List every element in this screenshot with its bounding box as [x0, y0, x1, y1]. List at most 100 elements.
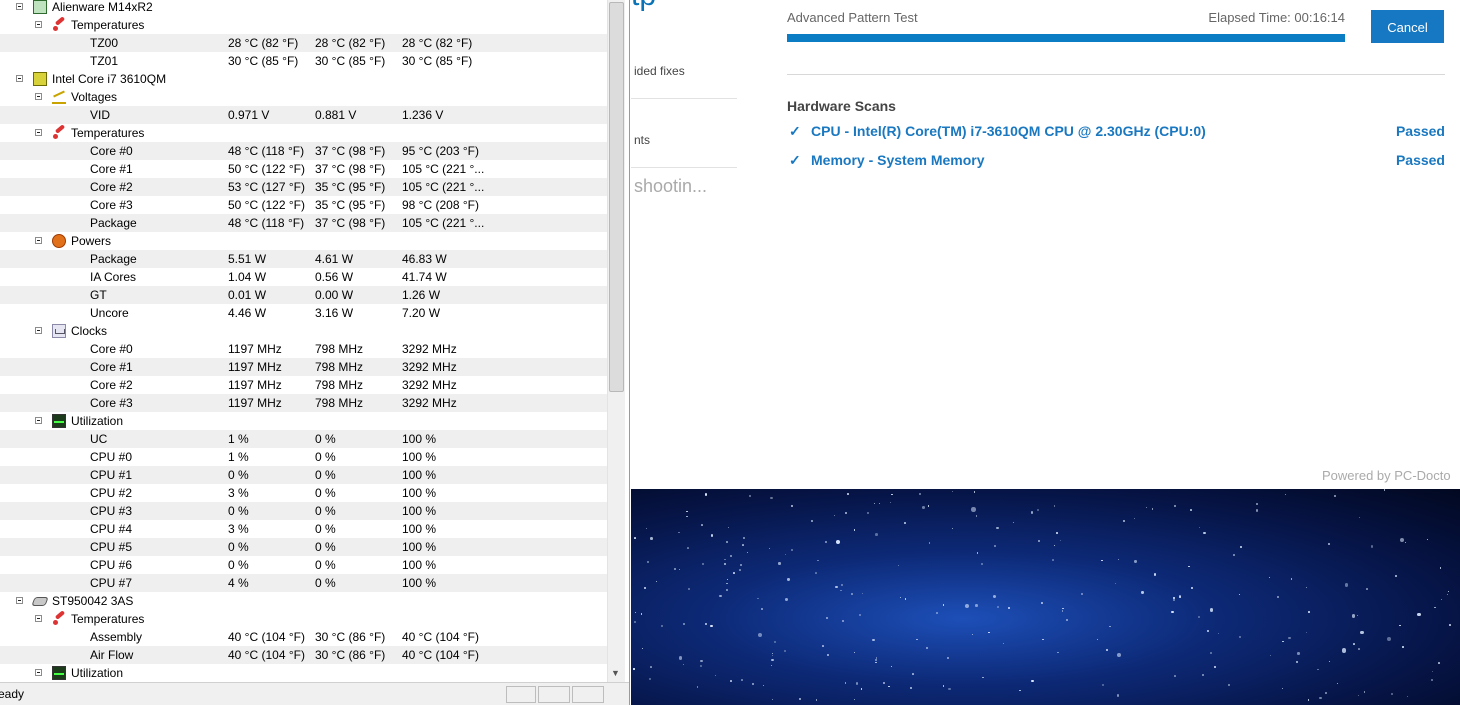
sensor-row[interactable]: VID 0.971 V 0.881 V 1.236 V — [0, 106, 607, 124]
collapse-toggle-icon[interactable] — [35, 417, 42, 424]
sensor-group[interactable]: Alienware M14xR2 — [0, 0, 607, 16]
collapse-toggle-icon[interactable] — [35, 669, 42, 676]
sensor-max: 3292 MHz — [402, 360, 457, 374]
sensor-row[interactable]: IA Cores 1.04 W 0.56 W 41.74 W — [0, 268, 607, 286]
sensor-label: Utilization — [71, 414, 124, 428]
scan-panel: Advanced Pattern Test Elapsed Time: 00:1… — [737, 0, 1460, 489]
sensor-row[interactable]: CPU #1 0 % 0 % 100 % — [0, 466, 607, 484]
sensor-row[interactable]: Package 48 °C (118 °F) 37 °C (98 °F) 105 °C… — [0, 214, 607, 232]
sensor-row[interactable]: Core #0 48 °C (118 °F) 37 °C (98 °F) 95 °C … — [0, 142, 607, 160]
sensor-group[interactable]: Clocks — [0, 322, 607, 340]
star — [1239, 545, 1242, 548]
collapse-toggle-icon[interactable] — [35, 93, 42, 100]
sensor-row[interactable]: Core #1 50 °C (122 °F) 37 °C (98 °F) 105 °C… — [0, 160, 607, 178]
star — [1394, 574, 1397, 578]
sensor-row[interactable]: Core #2 53 °C (127 °F) 35 °C (95 °F) 105 °C… — [0, 178, 607, 196]
collapse-toggle-icon[interactable] — [16, 597, 23, 604]
sensor-row[interactable]: CPU #4 3 % 0 % 100 % — [0, 520, 607, 538]
sensor-label: Package — [90, 216, 137, 230]
star — [948, 687, 951, 691]
collapse-toggle-icon[interactable] — [35, 615, 42, 622]
star — [1358, 648, 1360, 650]
star — [772, 653, 774, 655]
nav-item-guided-fixes[interactable]: ided fixes — [634, 64, 685, 78]
collapse-toggle-icon[interactable] — [16, 75, 23, 82]
status-panel — [572, 686, 604, 703]
star — [1189, 509, 1192, 512]
sensor-group[interactable]: Temperatures — [0, 16, 607, 34]
sensor-row[interactable]: Core #3 50 °C (122 °F) 35 °C (95 °F) 98 °C … — [0, 196, 607, 214]
sensor-row[interactable]: Air Flow 40 °C (104 °F) 30 °C (86 °F) 40 °C… — [0, 646, 607, 664]
sensor-row[interactable]: Core #3 1197 MHz 798 MHz 3292 MHz — [0, 394, 607, 412]
star — [1056, 651, 1059, 654]
sensor-group[interactable]: Temperatures — [0, 610, 607, 628]
sensor-row[interactable]: Uncore 4.46 W 3.16 W 7.20 W — [0, 304, 607, 322]
sensor-row[interactable]: Package 5.51 W 4.61 W 46.83 W — [0, 250, 607, 268]
sensor-label: ST950042 3AS — [52, 594, 134, 608]
sensor-group[interactable]: Utilization — [0, 412, 607, 430]
collapse-toggle-icon[interactable] — [16, 3, 23, 10]
star — [1239, 636, 1242, 639]
sensor-group[interactable]: Voltages — [0, 88, 607, 106]
sensor-row[interactable]: Core #2 1197 MHz 798 MHz 3292 MHz — [0, 376, 607, 394]
sensor-row[interactable]: GT 0.01 W 0.00 W 1.26 W — [0, 286, 607, 304]
star — [687, 588, 690, 591]
voltage-icon — [52, 90, 66, 104]
scan-item-name[interactable]: Memory - System Memory — [811, 152, 985, 168]
sensor-max: 98 °C (208 °F) — [402, 198, 479, 212]
collapse-toggle-icon[interactable] — [35, 237, 42, 244]
scan-item-name[interactable]: CPU - Intel(R) Core(TM) i7-3610QM CPU @ … — [811, 123, 1206, 139]
utilization-icon — [52, 666, 66, 680]
sensor-group[interactable]: Intel Core i7 3610QM — [0, 70, 607, 88]
sensor-row[interactable]: CPU #2 3 % 0 % 100 % — [0, 484, 607, 502]
sensor-row[interactable]: Core #0 1197 MHz 798 MHz 3292 MHz — [0, 340, 607, 358]
sensor-group[interactable]: Powers — [0, 232, 607, 250]
sensor-value: 40 °C (104 °F) — [228, 648, 305, 662]
sensor-min: 4.61 W — [315, 252, 354, 266]
star — [761, 608, 764, 611]
star — [835, 540, 840, 545]
sensor-row[interactable]: CPU #6 0 % 0 % 100 % — [0, 556, 607, 574]
star — [835, 586, 838, 589]
collapse-toggle-icon[interactable] — [35, 21, 42, 28]
sensor-max: 105 °C (221 °... — [402, 162, 485, 176]
sensor-tree[interactable]: Alienware M14xR2 Temperatures TZ00 28 °C (8… — [0, 0, 607, 682]
star — [1031, 679, 1035, 683]
sensor-row[interactable]: CPU #5 0 % 0 % 100 % — [0, 538, 607, 556]
sensor-row[interactable]: CPU #7 4 % 0 % 100 % — [0, 574, 607, 592]
vertical-scrollbar[interactable]: ▼ — [607, 0, 625, 682]
star — [643, 586, 647, 590]
scroll-down-arrow-icon[interactable]: ▼ — [611, 668, 620, 678]
star — [1210, 608, 1214, 612]
star — [742, 544, 745, 547]
sensor-row[interactable]: UC 1 % 0 % 100 % — [0, 430, 607, 448]
sensor-row[interactable]: CPU #0 1 % 0 % 100 % — [0, 448, 607, 466]
nav-item-troubleshooting[interactable]: shootin... — [634, 176, 707, 197]
collapse-toggle-icon[interactable] — [35, 327, 42, 334]
star — [1344, 582, 1349, 587]
sensor-row[interactable]: TZ00 28 °C (82 °F) 28 °C (82 °F) 28 °C (82 … — [0, 34, 607, 52]
cancel-button[interactable]: Cancel — [1371, 10, 1444, 43]
star — [1141, 591, 1144, 594]
nav-item-events[interactable]: nts — [634, 133, 650, 147]
sensor-row[interactable]: Core #1 1197 MHz 798 MHz 3292 MHz — [0, 358, 607, 376]
star — [1174, 675, 1176, 677]
sensor-row[interactable]: Assembly 40 °C (104 °F) 30 °C (86 °F) 40 °C… — [0, 628, 607, 646]
powered-by-label: Powered by PC-Docto — [1322, 468, 1451, 483]
star — [1371, 545, 1374, 548]
star — [946, 656, 949, 659]
star — [791, 504, 794, 508]
star — [686, 510, 689, 513]
sensor-group[interactable]: ST950042 3AS — [0, 592, 607, 610]
sensor-group[interactable]: Temperatures — [0, 124, 607, 142]
star — [873, 502, 876, 505]
collapse-toggle-icon[interactable] — [35, 129, 42, 136]
star — [1122, 519, 1126, 522]
sensor-max: 95 °C (203 °F) — [402, 144, 479, 158]
progress-bar — [787, 34, 1345, 42]
sensor-group[interactable]: Utilization — [0, 664, 607, 682]
scrollbar-thumb[interactable] — [609, 2, 624, 392]
sensor-row[interactable]: TZ01 30 °C (85 °F) 30 °C (85 °F) 30 °C (85 … — [0, 52, 607, 70]
star — [844, 682, 847, 684]
sensor-row[interactable]: CPU #3 0 % 0 % 100 % — [0, 502, 607, 520]
